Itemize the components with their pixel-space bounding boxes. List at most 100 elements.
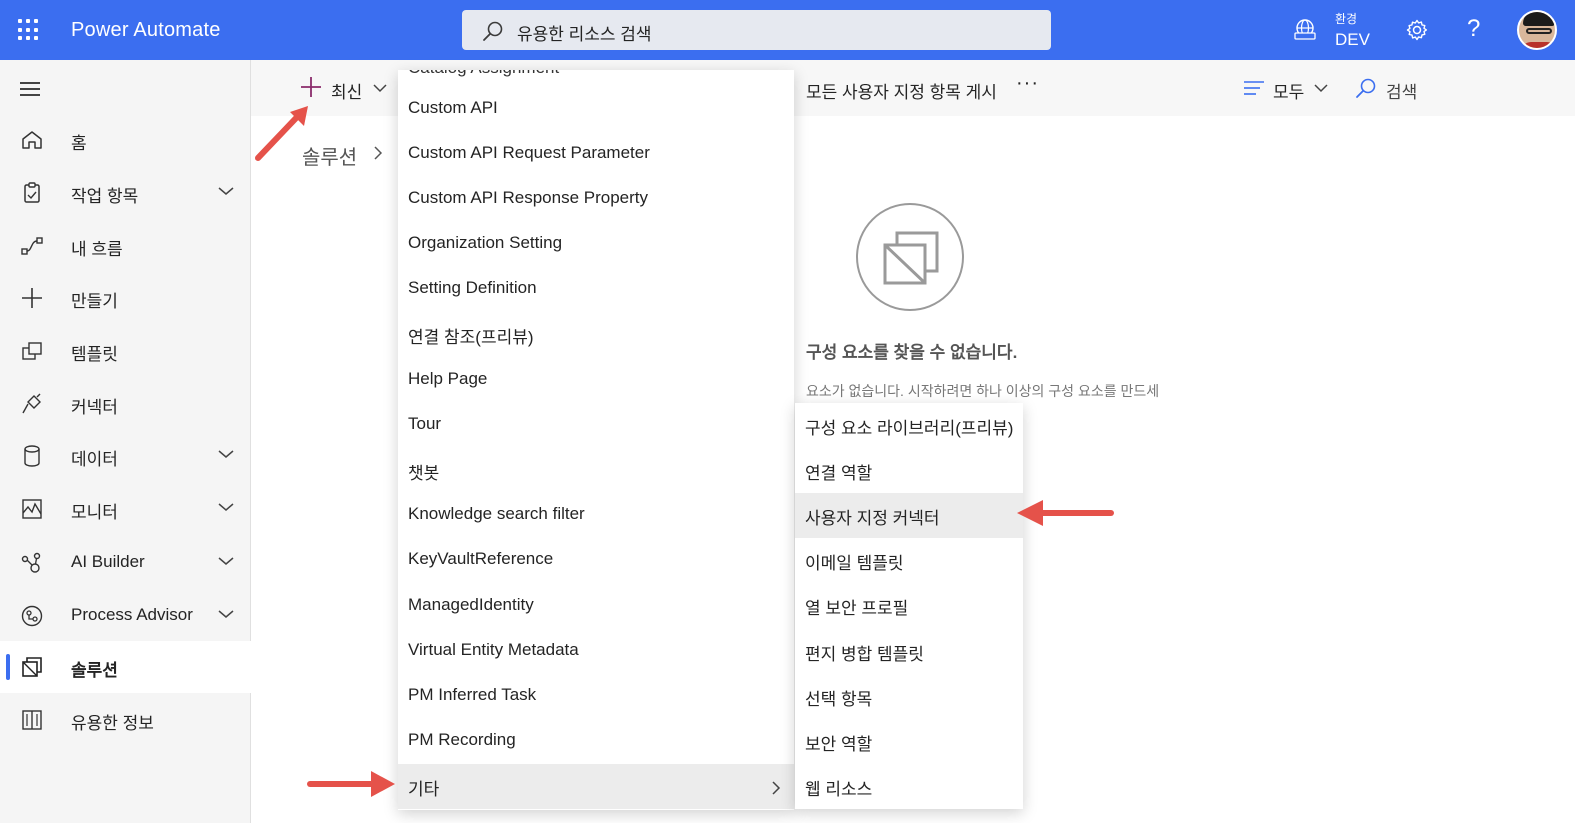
search-placeholder: 유용한 리소스 검색 (517, 25, 652, 44)
menu-item-pm-recording[interactable]: PM Recording (398, 719, 794, 764)
submenu-item-custom-connector[interactable]: 사용자 지정 커넥터 (795, 493, 1023, 538)
app-title[interactable]: Power Automate (71, 19, 221, 42)
sidebar-item-label: 홈 (71, 134, 87, 153)
menu-item-help-page[interactable]: Help Page (398, 358, 794, 403)
new-button[interactable]: 최신 (331, 78, 362, 103)
sidebar-item-monitor[interactable]: 모니터 (0, 483, 251, 535)
chevron-down-icon[interactable] (217, 555, 235, 567)
sidebar-item-solutions[interactable]: 솔루션 (0, 641, 251, 693)
menu-item-label: Custom API Request Parameter (408, 143, 650, 162)
menu-item-label: Help Page (408, 369, 488, 388)
sidebar-item-data[interactable]: 데이터 (0, 430, 251, 482)
view-filter-dropdown[interactable]: 모두 (1273, 78, 1304, 103)
user-avatar[interactable] (1517, 10, 1557, 50)
other-submenu: 구성 요소 라이브러리(프리뷰) 연결 역할 사용자 지정 커넥터 이메일 템플… (795, 403, 1023, 809)
submenu-item-choice[interactable]: 선택 항목 (795, 674, 1023, 719)
submenu-item-connection-role[interactable]: 연결 역할 (795, 448, 1023, 493)
menu-item-chatbot[interactable]: 챗봇 (398, 448, 794, 493)
menu-item-label: Setting Definition (408, 278, 537, 297)
sidebar-item-label: 데이터 (71, 450, 118, 469)
more-options-button[interactable]: ··· (1016, 72, 1039, 95)
environment-label: 환경 (1335, 12, 1358, 26)
menu-item-label: Virtual Entity Metadata (408, 640, 579, 659)
sidebar-item-label: 솔루션 (71, 661, 118, 680)
menu-item-label: Custom API Response Property (408, 188, 649, 207)
top-header: Power Automate 유용한 리소스 검색 환경 DEV ? (0, 0, 1575, 60)
menu-item-custom-api-request-parameter[interactable]: Custom API Request Parameter (398, 132, 794, 177)
power-automate-window: { "header": { "app_title": "Power Automa… (0, 0, 1575, 823)
chevron-right-icon (374, 146, 383, 160)
menu-item-managedidentity[interactable]: ManagedIdentity (398, 584, 794, 629)
submenu-item-label: 사용자 지정 커넥터 (805, 509, 940, 528)
plus-icon[interactable] (300, 76, 322, 98)
sidebar-item-templates[interactable]: 템플릿 (0, 325, 251, 377)
sidebar-item-create[interactable]: 만들기 (0, 272, 251, 324)
menu-item-label: PM Recording (408, 730, 516, 749)
chevron-down-icon[interactable] (217, 448, 235, 460)
menu-item-custom-api[interactable]: Custom API (398, 87, 794, 132)
global-search-input[interactable]: 유용한 리소스 검색 (462, 10, 1051, 50)
database-icon (24, 445, 40, 467)
submenu-item-label: 열 보안 프로필 (805, 599, 909, 618)
new-dropdown-menu: Catalog Assignment Custom API Custom API… (398, 70, 794, 810)
sidebar-item-process-advisor[interactable]: Process Advisor (0, 590, 251, 642)
submenu-item-label: 웹 리소스 (805, 780, 873, 799)
search-icon (483, 21, 503, 41)
chevron-right-icon (772, 781, 781, 795)
environment-name[interactable]: DEV (1335, 30, 1370, 50)
menu-item-other[interactable]: 기타 (398, 764, 794, 809)
menu-item-keyvaultreference[interactable]: KeyVaultReference (398, 538, 794, 583)
chevron-down-icon[interactable] (372, 82, 388, 94)
sidebar-item-my-flows[interactable]: 내 흐름 (0, 220, 251, 272)
submenu-item-mail-merge-template[interactable]: 편지 병합 템플릿 (795, 629, 1023, 674)
sidebar-item-learn[interactable]: 유용한 정보 (0, 694, 251, 746)
search-icon[interactable] (1355, 77, 1377, 99)
annotation-arrow-custom-connector (1017, 500, 1114, 526)
submenu-item-label: 보안 역할 (805, 735, 873, 754)
sidebar-item-label: 내 흐름 (71, 240, 123, 259)
command-search-button[interactable]: 검색 (1386, 78, 1417, 103)
sidebar-item-connectors[interactable]: 커넥터 (0, 378, 251, 430)
submenu-item-column-security-profile[interactable]: 열 보안 프로필 (795, 583, 1023, 628)
submenu-item-component-library[interactable]: 구성 요소 라이브러리(프리뷰) (795, 403, 1023, 448)
publish-all-customizations-button[interactable]: 모든 사용자 지정 항목 게시 (806, 78, 997, 103)
menu-item-label: Organization Setting (408, 233, 563, 252)
submenu-item-label: 연결 역할 (805, 464, 873, 483)
menu-item-label: 기타 (408, 780, 440, 799)
sidebar-item-ai-builder[interactable]: AI Builder (0, 537, 251, 589)
chevron-down-icon[interactable] (217, 608, 235, 620)
help-icon[interactable]: ? (1467, 15, 1480, 43)
menu-item-virtual-entity-metadata[interactable]: Virtual Entity Metadata (398, 629, 794, 674)
flow-icon (21, 237, 43, 255)
menu-item-knowledge-search-filter[interactable]: Knowledge search filter (398, 493, 794, 538)
chevron-down-icon[interactable] (217, 185, 235, 197)
hamburger-menu-icon[interactable] (20, 82, 40, 96)
chevron-down-icon[interactable] (1313, 82, 1329, 94)
home-icon (22, 131, 42, 149)
submenu-item-email-template[interactable]: 이메일 템플릿 (795, 538, 1023, 583)
sidebar-item-label: 커넥터 (71, 398, 118, 417)
settings-gear-icon[interactable] (1405, 18, 1429, 42)
menu-item-organization-setting[interactable]: Organization Setting (398, 222, 794, 267)
app-launcher-icon[interactable] (18, 19, 40, 41)
menu-item-setting-definition[interactable]: Setting Definition (398, 267, 794, 312)
sidebar-item-action-items[interactable]: 작업 항목 (0, 167, 251, 219)
submenu-item-security-role[interactable]: 보안 역할 (795, 719, 1023, 764)
annotation-arrow-new (255, 106, 308, 161)
menu-item-custom-api-response-property[interactable]: Custom API Response Property (398, 177, 794, 222)
menu-item-tour[interactable]: Tour (398, 403, 794, 448)
submenu-item-label: 선택 항목 (805, 690, 873, 709)
clipboard-icon (24, 182, 40, 203)
submenu-item-web-resource[interactable]: 웹 리소스 (795, 764, 1023, 809)
sidebar-item-label: 유용한 정보 (71, 714, 154, 733)
sidebar-item-label: 만들기 (71, 292, 118, 311)
menu-item-label: 연결 참조(프리뷰) (408, 328, 534, 347)
process-advisor-icon (21, 605, 43, 627)
menu-item-connection-reference[interactable]: 연결 참조(프리뷰) (398, 312, 794, 357)
environment-icon[interactable] (1293, 19, 1317, 41)
chevron-down-icon[interactable] (217, 501, 235, 513)
menu-item-pm-inferred-task[interactable]: PM Inferred Task (398, 674, 794, 719)
menu-item-partial[interactable]: Catalog Assignment (408, 70, 559, 78)
sidebar-item-home[interactable]: 홈 (0, 114, 251, 166)
plus-icon (22, 288, 42, 308)
